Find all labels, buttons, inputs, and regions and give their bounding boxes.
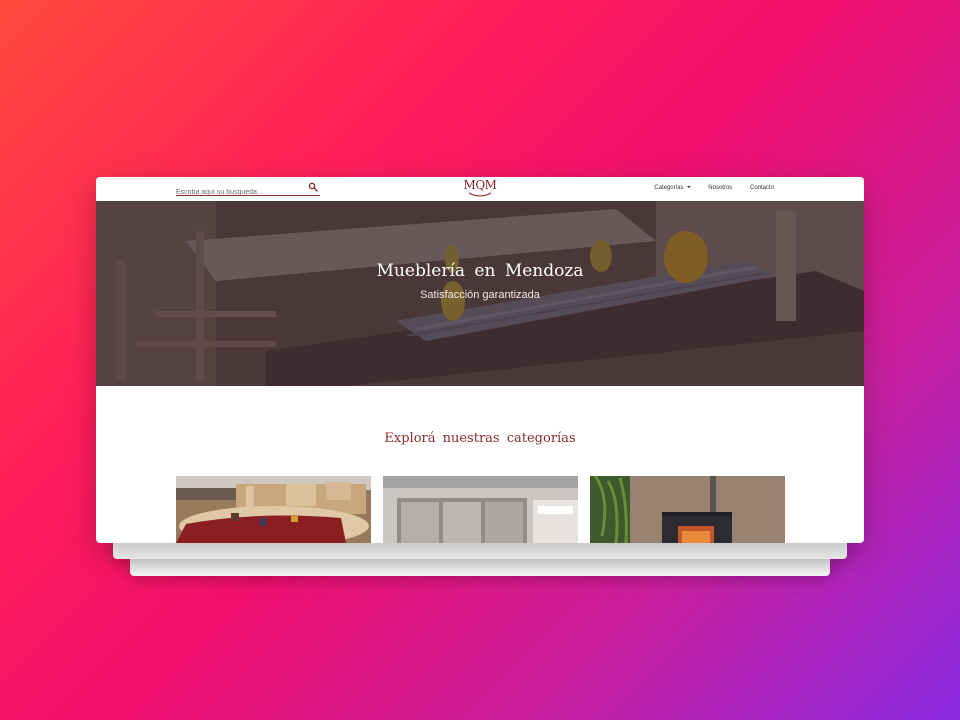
categories-title: Explorá nuestras categorías [384, 431, 576, 446]
hero-subtitle: Satisfacción garantizada [420, 289, 540, 301]
category-image-interiors [383, 476, 578, 543]
category-card-stoves[interactable] [590, 476, 785, 543]
navbar: MQM Categorías Nosotros Contacto [96, 177, 864, 201]
search-bar [176, 181, 320, 199]
caret-down-icon [686, 186, 691, 189]
nav-item-label: Categorías [654, 185, 684, 191]
nav-links: Categorías Nosotros Contacto [638, 185, 774, 191]
search-icon[interactable] [308, 182, 318, 192]
nav-item-nosotros[interactable]: Nosotros [708, 185, 732, 191]
category-card-dining[interactable] [176, 476, 371, 543]
hero-banner: Mueblería en Mendoza Satisfacción garant… [96, 201, 864, 386]
category-image-stoves [590, 476, 785, 543]
hero-title: Mueblería en Mendoza [376, 261, 584, 281]
browser-window: MQM Categorías Nosotros Contacto [96, 177, 864, 543]
category-image-dining [176, 476, 371, 543]
nav-item-categorias[interactable]: Categorías [654, 185, 691, 191]
search-input[interactable] [176, 186, 301, 199]
logo-smile-icon [468, 192, 492, 197]
nav-item-contacto[interactable]: Contacto [750, 185, 774, 191]
category-card-interiors[interactable] [383, 476, 578, 543]
